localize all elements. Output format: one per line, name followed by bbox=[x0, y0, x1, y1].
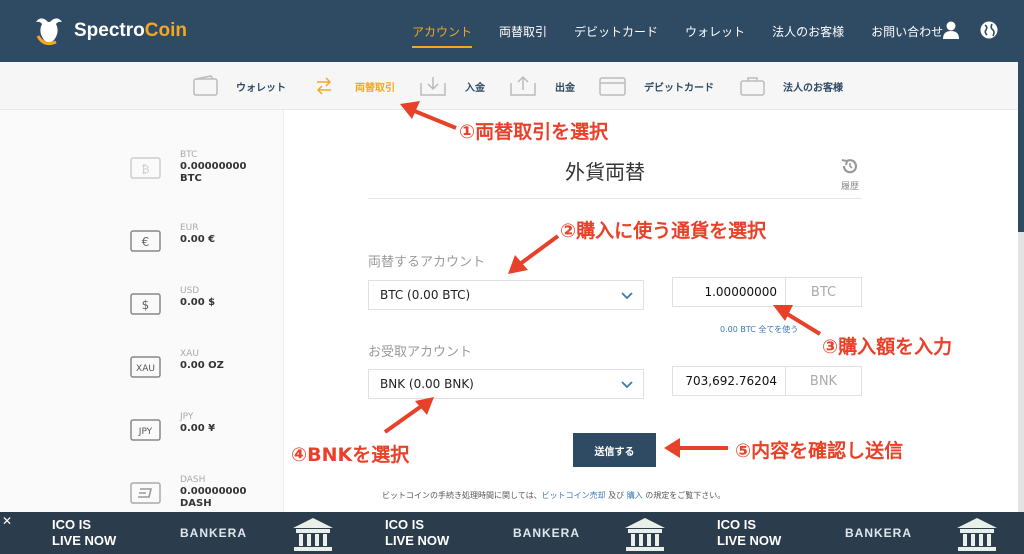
svg-text:₿: ₿ bbox=[141, 163, 149, 176]
svg-text:XAU: XAU bbox=[136, 364, 155, 374]
from-amount-field[interactable]: 1.00000000 BTC bbox=[672, 277, 862, 307]
debit-card-icon bbox=[599, 77, 626, 96]
submit-button[interactable]: 送信する bbox=[573, 433, 656, 467]
subnav-debit-card[interactable]: デビットカード bbox=[644, 62, 714, 110]
chevron-down-icon bbox=[621, 292, 633, 300]
wallet-item-xau[interactable]: XAU XAU 0.00 OZ bbox=[130, 349, 280, 389]
buy-link[interactable]: 購入 bbox=[627, 491, 643, 500]
ad-brand: BANKERA bbox=[180, 526, 247, 540]
from-account-label: 両替するアカウント bbox=[368, 255, 486, 270]
dollar-wallet-icon: $ bbox=[130, 293, 161, 315]
ad-banner[interactable]: ✕ ICO IS LIVE NOW BANKERA ICO IS LIVE NOW … bbox=[0, 512, 1024, 554]
wallet-sidebar: ₿ BTC 0.00000000 BTC € EUR 0.00 € $ USD 0… bbox=[0, 110, 284, 512]
history-button[interactable]: 履歴 bbox=[838, 157, 862, 192]
svg-text:JPY: JPY bbox=[138, 427, 153, 437]
nav-account[interactable]: アカウント bbox=[412, 0, 473, 62]
ad-headline: ICO IS LIVE NOW bbox=[52, 517, 117, 548]
wallet-balance: 0.00 $ bbox=[180, 297, 216, 308]
nav-wallet[interactable]: ウォレット bbox=[685, 0, 745, 62]
bull-logo-icon bbox=[36, 18, 62, 45]
wallet-code: BTC bbox=[180, 150, 198, 160]
sell-bitcoin-link[interactable]: ビットコイン売却 bbox=[542, 491, 606, 500]
ad-headline: ICO IS LIVE NOW bbox=[385, 517, 450, 548]
brand-name-part2: Coin bbox=[144, 20, 187, 41]
wallet-item-dash[interactable]: DASH 0.00000000 DASH bbox=[130, 475, 280, 515]
chevron-down-icon bbox=[621, 381, 633, 389]
top-navbar: SpectroCoin アカウント 両替取引 デビットカード ウォレット 法人の… bbox=[0, 0, 1024, 62]
to-account-label: お受取アカウント bbox=[368, 345, 473, 360]
spectrocoin-logo[interactable]: SpectroCoin bbox=[30, 14, 187, 48]
ad-headline: ICO IS LIVE NOW bbox=[717, 517, 782, 548]
wallet-code: USD bbox=[180, 286, 200, 296]
annotation-step5: ⑤内容を確認し送信 bbox=[735, 440, 904, 462]
withdraw-icon bbox=[510, 75, 536, 96]
bank-building-icon bbox=[625, 518, 665, 551]
svg-text:$: $ bbox=[142, 298, 150, 312]
subnav-exchange[interactable]: 両替取引 bbox=[355, 62, 395, 110]
subnav-wallet[interactable]: ウォレット bbox=[236, 62, 286, 110]
wallet-balance: 0.00 € bbox=[180, 234, 216, 245]
from-amount-input[interactable]: 1.00000000 bbox=[673, 278, 786, 306]
nav-contact[interactable]: お問い合わせ bbox=[871, 0, 943, 62]
close-icon[interactable]: ✕ bbox=[2, 514, 12, 528]
nav-debit-card[interactable]: デビットカード bbox=[574, 0, 658, 62]
wallet-balance: 0.00000000 BTC bbox=[180, 161, 247, 184]
wallet-balance: 0.00 OZ bbox=[180, 360, 224, 371]
globe-icon[interactable] bbox=[979, 20, 999, 40]
wallet-item-usd[interactable]: $ USD 0.00 $ bbox=[130, 286, 280, 326]
briefcase-icon bbox=[740, 77, 765, 96]
dash-wallet-icon bbox=[130, 482, 161, 504]
to-account-select[interactable]: BNK (0.00 BNK) bbox=[368, 369, 644, 399]
processing-notice: ビットコインの手続き処理時間に関しては、ビットコイン売却 及び 購入 の規定をご… bbox=[382, 491, 726, 500]
annotation-step2: ②購入に使う通貨を選択 bbox=[560, 220, 767, 242]
to-amount-input[interactable]: 703,692.76204 bbox=[673, 367, 786, 395]
nav-exchange[interactable]: 両替取引 bbox=[499, 0, 547, 62]
bitcoin-wallet-icon: ₿ bbox=[130, 157, 161, 179]
subnav-withdraw[interactable]: 出金 bbox=[555, 62, 575, 110]
ad-brand: BANKERA bbox=[845, 526, 912, 540]
from-account-select[interactable]: BTC (0.00 BTC) bbox=[368, 280, 644, 310]
wallet-item-jpy[interactable]: JPY JPY 0.00 ¥ bbox=[130, 412, 280, 452]
gold-wallet-icon: XAU bbox=[130, 356, 161, 378]
scrollbar-thumb[interactable] bbox=[1018, 62, 1024, 232]
wallet-item-eur[interactable]: € EUR 0.00 € bbox=[130, 223, 280, 263]
ad-brand: BANKERA bbox=[513, 526, 580, 540]
deposit-icon bbox=[420, 77, 446, 96]
annotation-step4: ④BNKを選択 bbox=[291, 444, 410, 466]
annotation-step3: ③購入額を入力 bbox=[822, 336, 953, 358]
exchange-arrows-icon bbox=[316, 77, 332, 95]
yen-wallet-icon: JPY bbox=[130, 419, 161, 441]
subnav-business[interactable]: 法人のお客様 bbox=[783, 62, 843, 110]
annotation-step1: ①両替取引を選択 bbox=[459, 121, 609, 143]
from-account-value: BTC (0.00 BTC) bbox=[380, 288, 471, 302]
to-currency-label: BNK bbox=[809, 373, 838, 389]
history-icon bbox=[841, 159, 858, 174]
wallet-code: DASH bbox=[180, 475, 206, 485]
wallet-icon bbox=[193, 75, 218, 96]
user-icon[interactable] bbox=[941, 20, 961, 40]
bank-building-icon bbox=[293, 518, 333, 551]
subnav-deposit[interactable]: 入金 bbox=[465, 62, 485, 110]
scrollbar[interactable] bbox=[1018, 62, 1024, 512]
wallet-balance: 0.00 ¥ bbox=[180, 423, 216, 434]
divider bbox=[368, 198, 862, 199]
brand-name-part1: Spectro bbox=[74, 20, 145, 41]
wallet-code: JPY bbox=[180, 412, 194, 422]
main-nav: アカウント 両替取引 デビットカード ウォレット 法人のお客様 お問い合わせ bbox=[400, 0, 970, 62]
wallet-item-btc[interactable]: ₿ BTC 0.00000000 BTC bbox=[130, 150, 280, 190]
sub-navbar: ウォレット 両替取引 入金 出金 デビットカード 法人のお客様 bbox=[0, 62, 1024, 110]
use-all-link[interactable]: 0.00 BTC 全てを使う bbox=[720, 324, 798, 335]
to-amount-field[interactable]: 703,692.76204 BNK bbox=[672, 366, 862, 396]
wallet-code: XAU bbox=[180, 349, 199, 359]
bank-building-icon bbox=[957, 518, 997, 551]
wallet-code: EUR bbox=[180, 223, 199, 233]
euro-wallet-icon: € bbox=[130, 230, 161, 252]
history-label: 履歴 bbox=[840, 182, 859, 192]
nav-business[interactable]: 法人のお客様 bbox=[772, 0, 844, 62]
from-currency-label: BTC bbox=[810, 284, 837, 300]
page-title: 外貨両替 bbox=[565, 160, 645, 184]
wallet-balance: 0.00000000 DASH bbox=[180, 486, 247, 509]
svg-text:€: € bbox=[142, 235, 150, 249]
to-account-value: BNK (0.00 BNK) bbox=[380, 377, 474, 391]
